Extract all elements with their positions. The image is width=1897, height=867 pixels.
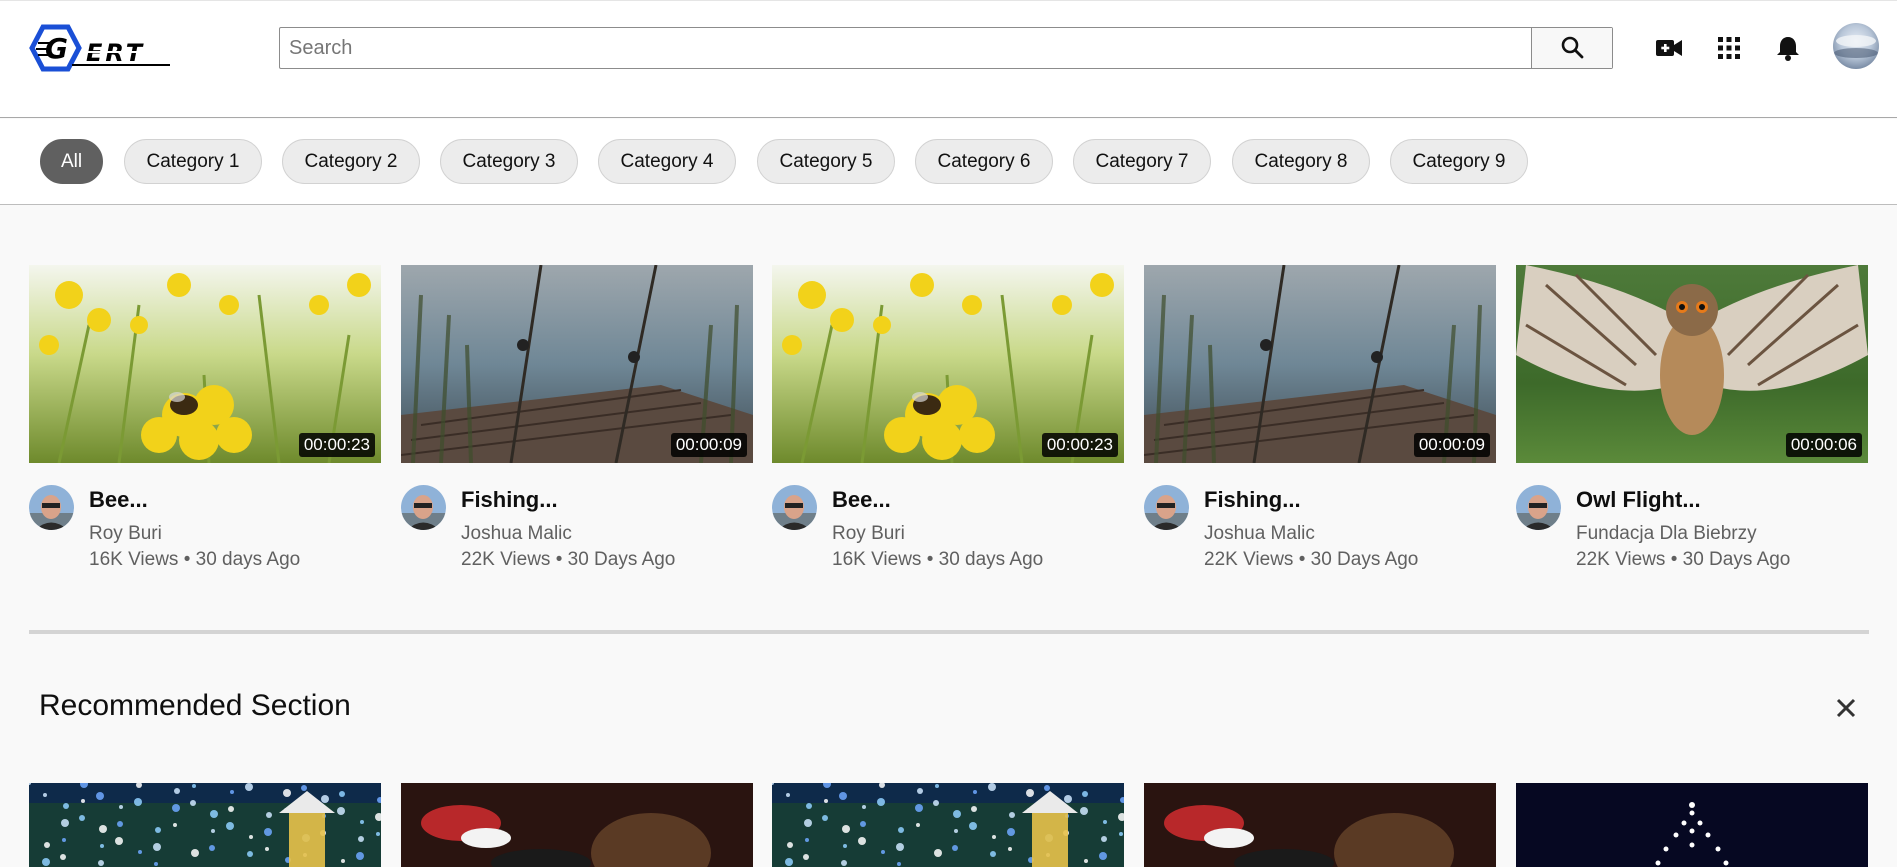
- channel-avatar[interactable]: [772, 485, 817, 530]
- bell-icon[interactable]: [1771, 31, 1805, 65]
- channel-name[interactable]: Joshua Malic: [1204, 523, 1315, 545]
- top-header: G ERT: [0, 0, 1897, 118]
- video-card[interactable]: 00:00:23 Bee... Roy Buri 16K Views • 30 …: [772, 265, 1124, 570]
- chip-category-4[interactable]: Category 4: [598, 139, 736, 184]
- chip-category-1[interactable]: Category 1: [124, 139, 262, 184]
- user-avatar[interactable]: [1833, 23, 1879, 69]
- chip-category-6[interactable]: Category 6: [915, 139, 1053, 184]
- chip-category-8[interactable]: Category 8: [1232, 139, 1370, 184]
- video-thumbnail[interactable]: 00:00:23: [29, 265, 381, 463]
- video-duration: 00:00:23: [298, 433, 375, 457]
- video-card[interactable]: 00:00:06 Owl Flight... Fundacja Dla Bieb…: [1516, 265, 1868, 570]
- chip-category-3[interactable]: Category 3: [440, 139, 578, 184]
- category-chips-bar: All Category 1 Category 2 Category 3 Categor…: [0, 119, 1897, 205]
- search-icon: [1560, 35, 1584, 62]
- recommended-thumbnail[interactable]: [1144, 783, 1496, 867]
- recommended-thumbnail[interactable]: [1516, 783, 1868, 867]
- video-card[interactable]: 00:00:09 Fishing... Joshua Malic 22K Vie…: [1144, 265, 1496, 570]
- video-card[interactable]: 00:00:09 Fishing... Joshua Malic 22K Vie…: [401, 265, 753, 570]
- search-bar: [279, 27, 1613, 69]
- chip-category-7[interactable]: Category 7: [1073, 139, 1211, 184]
- site-logo[interactable]: G ERT: [28, 21, 172, 75]
- channel-name[interactable]: Roy Buri: [832, 523, 905, 545]
- channel-avatar[interactable]: [29, 485, 74, 530]
- channel-name[interactable]: Joshua Malic: [461, 523, 572, 545]
- video-duration: 00:00:23: [1041, 433, 1118, 457]
- video-thumbnail[interactable]: 00:00:09: [1144, 265, 1496, 463]
- video-card[interactable]: 00:00:23 Bee... Roy Buri 16K Views • 30 …: [29, 265, 381, 570]
- channel-avatar[interactable]: [401, 485, 446, 530]
- recommended-thumbnail[interactable]: [29, 783, 381, 867]
- video-thumbnail[interactable]: 00:00:06: [1516, 265, 1868, 463]
- apps-grid-icon[interactable]: [1712, 31, 1746, 65]
- search-input[interactable]: [280, 28, 1531, 68]
- video-duration: 00:00:09: [670, 433, 747, 457]
- chip-category-9[interactable]: Category 9: [1390, 139, 1528, 184]
- search-button[interactable]: [1531, 28, 1612, 68]
- video-meta: 22K Views • 30 Days Ago: [461, 549, 676, 570]
- video-meta: 22K Views • 30 Days Ago: [1204, 549, 1419, 570]
- recommended-thumbnail[interactable]: [772, 783, 1124, 867]
- video-thumbnail[interactable]: 00:00:23: [772, 265, 1124, 463]
- recommended-section-title: Recommended Section: [39, 689, 351, 722]
- channel-avatar[interactable]: [1144, 485, 1189, 530]
- video-title[interactable]: Fishing...: [1204, 487, 1301, 513]
- video-thumbnail[interactable]: 00:00:09: [401, 265, 753, 463]
- video-camera-add-icon[interactable]: [1652, 31, 1686, 65]
- video-title[interactable]: Owl Flight...: [1576, 487, 1701, 513]
- channel-avatar[interactable]: [1516, 485, 1561, 530]
- close-icon[interactable]: [1834, 696, 1858, 720]
- section-divider: [29, 630, 1869, 634]
- video-title[interactable]: Fishing...: [461, 487, 558, 513]
- video-duration: 00:00:06: [1785, 433, 1862, 457]
- chip-all[interactable]: All: [40, 139, 103, 184]
- chip-category-2[interactable]: Category 2: [282, 139, 420, 184]
- video-title[interactable]: Bee...: [832, 487, 891, 513]
- recommended-thumbnail[interactable]: [401, 783, 753, 867]
- chip-category-5[interactable]: Category 5: [757, 139, 895, 184]
- video-duration: 00:00:09: [1413, 433, 1490, 457]
- video-title[interactable]: Bee...: [89, 487, 148, 513]
- video-meta: 16K Views • 30 days Ago: [832, 549, 1044, 570]
- video-meta: 16K Views • 30 days Ago: [89, 549, 301, 570]
- video-meta: 22K Views • 30 Days Ago: [1576, 549, 1791, 570]
- channel-name[interactable]: Fundacja Dla Biebrzy: [1576, 523, 1757, 545]
- channel-name[interactable]: Roy Buri: [89, 523, 162, 545]
